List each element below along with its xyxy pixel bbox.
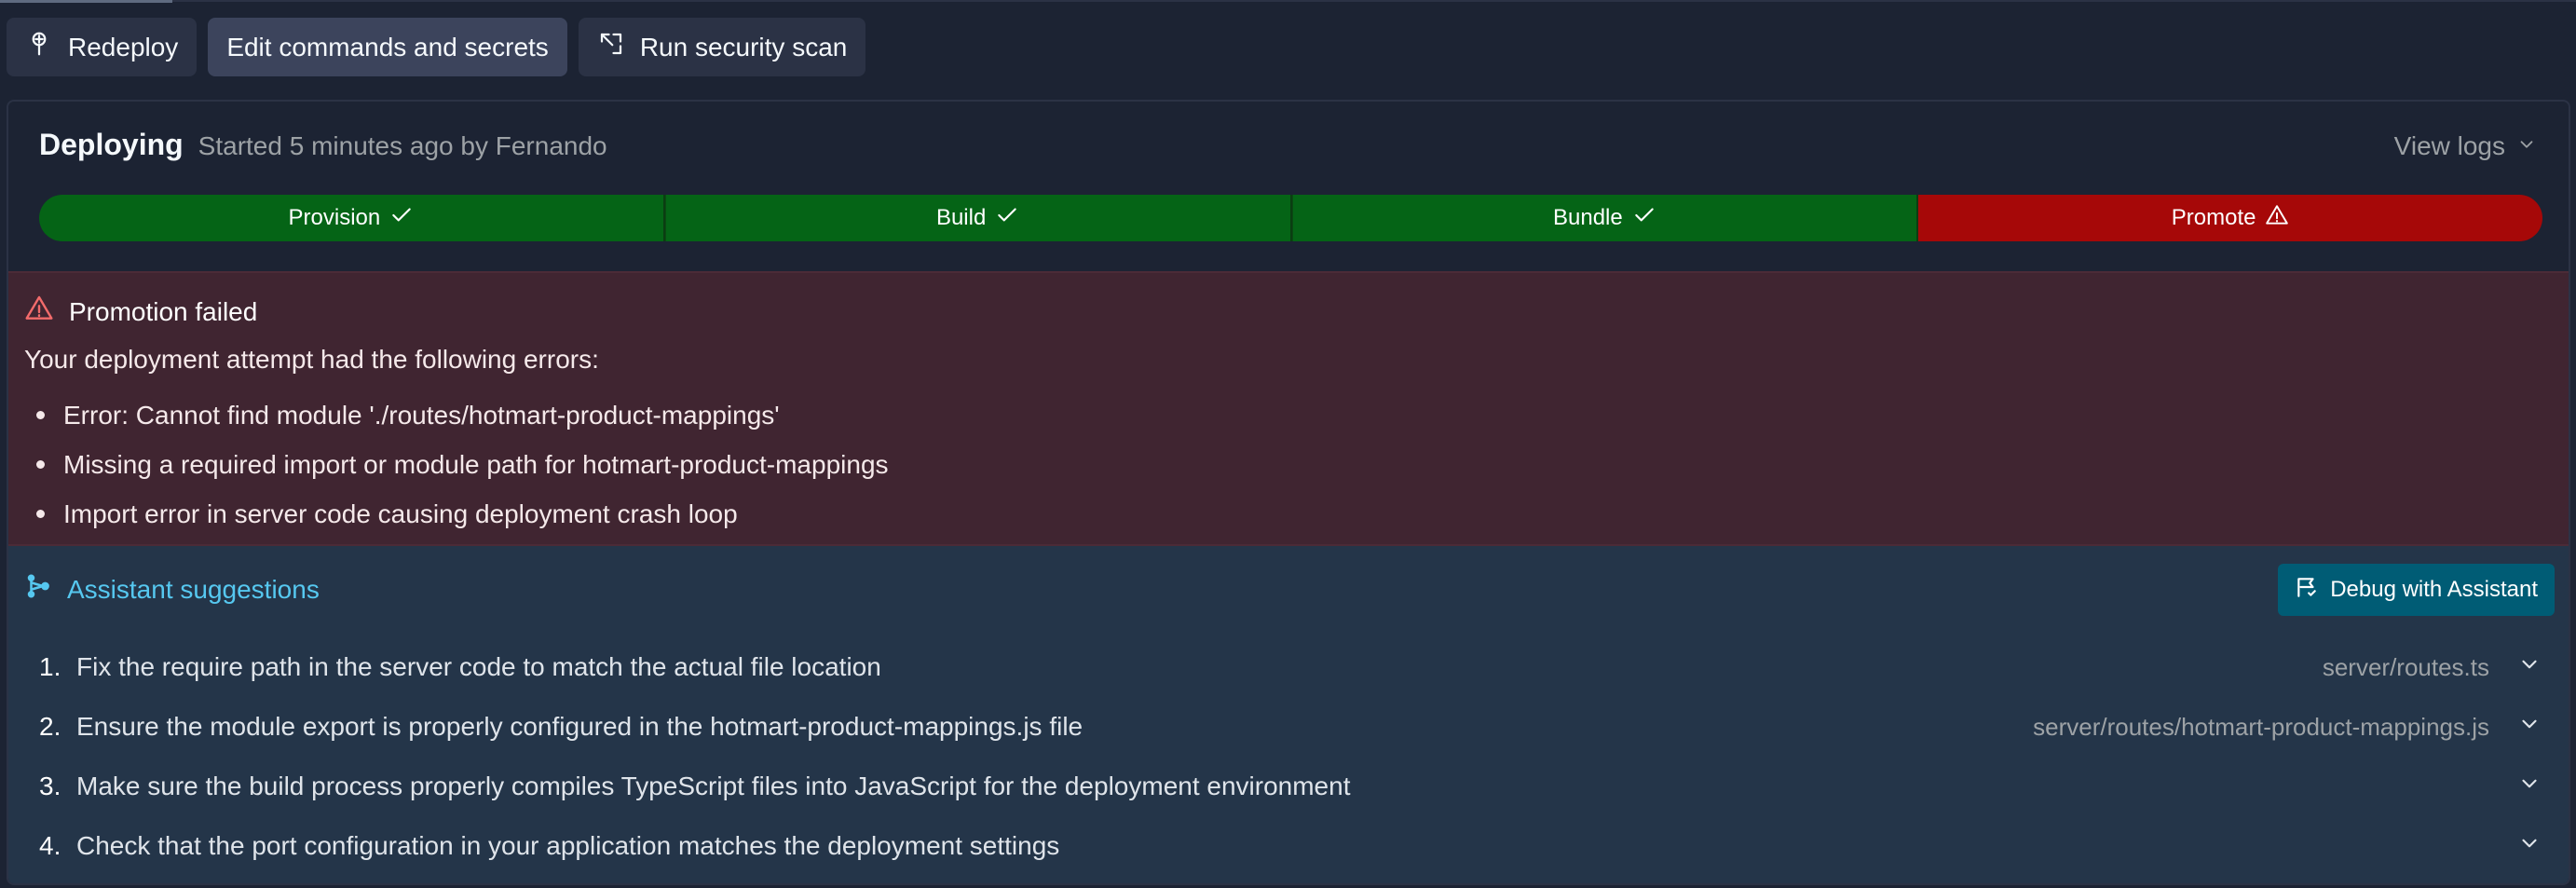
view-logs-label: View logs [2393,131,2505,160]
suggestion-text: Fix the require path in the server code … [76,652,881,681]
deployment-header: Deploying Started 5 minutes ago by Ferna… [39,128,607,162]
error-list: Error: Cannot find module './routes/hotm… [24,390,889,539]
suggestion-number: 2. [39,712,61,741]
error-item: Missing a required import or module path… [24,440,889,489]
security-scan-button[interactable]: Run security scan [578,18,866,76]
assistant-icon [24,572,52,607]
suggestion-item[interactable]: 3. Make sure the build process properly … [39,757,2555,816]
redeploy-label: Redeploy [68,32,179,61]
redeploy-icon [25,30,53,64]
suggestion-list: 1. Fix the require path in the server co… [39,637,2555,876]
chevron-down-icon[interactable] [2517,772,2555,802]
step-label: Promote [2171,205,2256,230]
suggestion-file: server/routes.ts [2322,652,2489,681]
check-icon [389,203,414,234]
error-item: Import error in server code causing depl… [24,489,889,539]
warning-icon [2265,203,2289,234]
suggestion-item[interactable]: 2. Ensure the module export is properly … [39,697,2555,757]
edit-commands-label: Edit commands and secrets [226,32,549,61]
chevron-down-icon[interactable] [2517,712,2555,743]
assistant-panel: Assistant suggestions Debug with Assista… [8,546,2569,883]
deployment-steps: Provision Build Bundle Promote [39,195,2542,241]
scan-label: Run security scan [639,32,848,61]
redeploy-button[interactable]: Redeploy [7,18,198,76]
deployment-subtitle: Started 5 minutes ago by Fernando [198,131,607,160]
suggestion-number: 4. [39,831,61,860]
debug-icon [2295,575,2319,606]
error-title: Promotion failed [24,294,257,330]
suggestion-number: 1. [39,652,61,681]
deployment-status: Deploying [39,128,184,161]
step-build[interactable]: Build [664,195,1292,241]
debug-label: Debug with Assistant [2330,577,2538,602]
chevron-down-icon[interactable] [2517,831,2555,862]
top-divider [0,0,2576,2]
step-bundle[interactable]: Bundle [1291,195,1919,241]
step-promote[interactable]: Promote [1918,195,2542,241]
debug-with-assistant-button[interactable]: Debug with Assistant [2278,564,2555,616]
suggestion-text: Make sure the build process properly com… [76,772,1351,800]
suggestion-item[interactable]: 4. Check that the port configuration in … [39,816,2555,876]
suggestion-file: server/routes/hotmart-product-mappings.j… [2033,712,2489,741]
check-icon [1632,203,1656,234]
chevron-down-icon [2516,131,2537,161]
view-logs-button[interactable]: View logs [2394,131,2537,161]
warning-icon [24,294,54,330]
suggestion-number: 3. [39,772,61,800]
step-label: Provision [288,205,381,230]
scan-icon [597,30,625,64]
deployment-toolbar: Redeploy Edit commands and secrets Run s… [7,18,866,76]
chevron-down-icon[interactable] [2517,652,2555,683]
suggestion-text: Ensure the module export is properly con… [76,712,1084,741]
error-item: Error: Cannot find module './routes/hotm… [24,390,889,440]
error-title-text: Promotion failed [69,296,258,326]
step-provision[interactable]: Provision [39,195,665,241]
check-icon [995,203,1019,234]
tab-indicator [0,0,172,3]
assistant-title-text: Assistant suggestions [67,574,320,604]
error-panel: Promotion failed Your deployment attempt… [8,271,2569,546]
error-intro: Your deployment attempt had the followin… [24,345,599,374]
step-label: Build [935,205,987,230]
edit-commands-button[interactable]: Edit commands and secrets [208,18,567,76]
suggestion-text: Check that the port configuration in you… [76,831,1060,860]
deployment-card: Deploying Started 5 minutes ago by Ferna… [7,100,2570,885]
assistant-title: Assistant suggestions [24,572,320,607]
suggestion-item[interactable]: 1. Fix the require path in the server co… [39,637,2555,697]
step-label: Bundle [1553,205,1623,230]
